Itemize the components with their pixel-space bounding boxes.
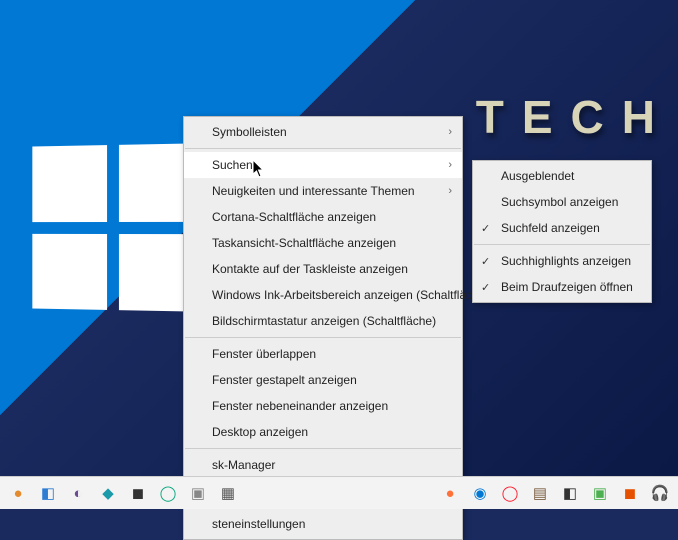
tray-icon[interactable]: 🎧 — [646, 479, 674, 507]
taskbar-app-icon[interactable]: ▦ — [214, 479, 242, 507]
menu-item-toolbars[interactable]: Symbolleisten › — [184, 119, 462, 145]
menu-label: Suchen — [212, 158, 253, 172]
menu-label: Bildschirmtastatur anzeigen (Schaltfläch… — [212, 314, 436, 328]
menu-item-search[interactable]: Suchen › — [184, 152, 462, 178]
brand-watermark: TECH — [476, 90, 673, 144]
taskbar-app-icon[interactable]: ◆ — [94, 479, 122, 507]
tray-icon[interactable]: ▣ — [586, 479, 614, 507]
submenu-item-hidden[interactable]: Ausgeblendet — [473, 163, 651, 189]
menu-item-osk[interactable]: Bildschirmtastatur anzeigen (Schaltfläch… — [184, 308, 462, 334]
menu-label: Fenster nebeneinander anzeigen — [212, 399, 388, 413]
taskbar-app-icon[interactable]: ◧ — [34, 479, 62, 507]
menu-label: Taskansicht-Schaltfläche anzeigen — [212, 236, 396, 250]
menu-item-stacked[interactable]: Fenster gestapelt anzeigen — [184, 367, 462, 393]
menu-item-taskview[interactable]: Taskansicht-Schaltfläche anzeigen — [184, 230, 462, 256]
menu-item-cortana[interactable]: Cortana-Schaltfläche anzeigen — [184, 204, 462, 230]
taskbar-app-icon[interactable]: ◯ — [154, 479, 182, 507]
firefox-icon[interactable]: ● — [436, 479, 464, 507]
submenu-item-hover-open[interactable]: ✓ Beim Draufzeigen öffnen — [473, 274, 651, 300]
menu-label: Kontakte auf der Taskleiste anzeigen — [212, 262, 408, 276]
taskbar-app-icon[interactable]: ● — [4, 479, 32, 507]
menu-separator — [185, 448, 461, 449]
menu-label: Suchsymbol anzeigen — [501, 195, 618, 209]
menu-label: Cortana-Schaltfläche anzeigen — [212, 210, 376, 224]
menu-label: Desktop anzeigen — [212, 425, 308, 439]
chevron-right-icon: › — [448, 159, 452, 171]
menu-item-taskbar-settings[interactable]: steneinstellungen — [184, 511, 462, 537]
submenu-item-box[interactable]: ✓ Suchfeld anzeigen — [473, 215, 651, 241]
menu-label: steneinstellungen — [212, 517, 305, 531]
taskbar[interactable]: ● ◧ ◐ ◆ ◼ ◯ ▣ ▦ ● ◉ ◯ ▤ ◧ ▣ ◼ 🎧 — [0, 476, 678, 509]
menu-label: Fenster überlappen — [212, 347, 316, 361]
menu-item-contacts[interactable]: Kontakte auf der Taskleiste anzeigen — [184, 256, 462, 282]
taskbar-app-icon[interactable]: ◼ — [124, 479, 152, 507]
taskbar-app-icon[interactable]: ▣ — [184, 479, 212, 507]
taskbar-app-icon[interactable]: ◐ — [64, 479, 92, 507]
menu-item-cascade[interactable]: Fenster überlappen — [184, 341, 462, 367]
chevron-right-icon: › — [448, 126, 452, 138]
menu-label: Symbolleisten — [212, 125, 287, 139]
menu-separator — [185, 148, 461, 149]
menu-label: Suchhighlights anzeigen — [501, 254, 631, 268]
check-icon: ✓ — [481, 255, 490, 268]
tray-icon[interactable]: ▤ — [526, 479, 554, 507]
tray-icon[interactable]: ◼ — [616, 479, 644, 507]
submenu-item-icon[interactable]: Suchsymbol anzeigen — [473, 189, 651, 215]
chevron-right-icon: › — [448, 185, 452, 197]
menu-item-side[interactable]: Fenster nebeneinander anzeigen — [184, 393, 462, 419]
windows-logo — [32, 143, 195, 311]
menu-label: Fenster gestapelt anzeigen — [212, 373, 357, 387]
check-icon: ✓ — [481, 222, 490, 235]
menu-item-ink[interactable]: Windows Ink-Arbeitsbereich anzeigen (Sch… — [184, 282, 462, 308]
submenu-item-highlights[interactable]: ✓ Suchhighlights anzeigen — [473, 248, 651, 274]
menu-item-show-desktop[interactable]: Desktop anzeigen — [184, 419, 462, 445]
edge-icon[interactable]: ◉ — [466, 479, 494, 507]
search-submenu: Ausgeblendet Suchsymbol anzeigen ✓ Suchf… — [472, 160, 652, 303]
menu-label: Suchfeld anzeigen — [501, 221, 600, 235]
check-icon: ✓ — [481, 281, 490, 294]
menu-separator — [474, 244, 650, 245]
opera-icon[interactable]: ◯ — [496, 479, 524, 507]
menu-label: Windows Ink-Arbeitsbereich anzeigen (Sch… — [212, 288, 489, 302]
menu-label: sk-Manager — [212, 458, 275, 472]
menu-item-taskmgr[interactable]: sk-Manager — [184, 452, 462, 478]
menu-label: Neuigkeiten und interessante Themen — [212, 184, 415, 198]
menu-label: Ausgeblendet — [501, 169, 574, 183]
menu-label: Beim Draufzeigen öffnen — [501, 280, 633, 294]
menu-item-news[interactable]: Neuigkeiten und interessante Themen › — [184, 178, 462, 204]
tray-icon[interactable]: ◧ — [556, 479, 584, 507]
menu-separator — [185, 337, 461, 338]
